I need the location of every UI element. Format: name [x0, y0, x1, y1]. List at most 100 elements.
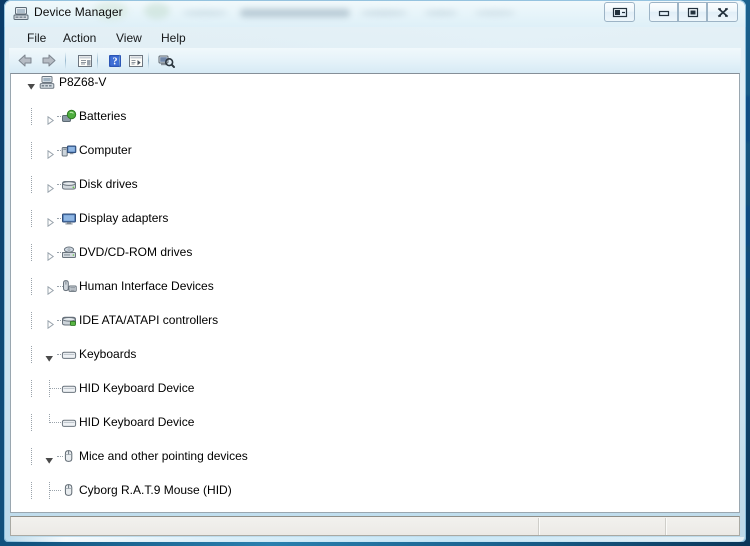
menu-item-help[interactable]: Help	[157, 30, 190, 46]
tree-node-label: Batteries	[79, 109, 127, 123]
maximize-icon	[687, 7, 698, 18]
glass-blur-artifact	[182, 10, 228, 16]
tree-node-keyboards[interactable]: Keyboards	[11, 346, 739, 363]
glass-blur-artifact	[144, 3, 170, 19]
computer-root-icon	[39, 75, 55, 90]
expander-collapsed-icon[interactable]	[46, 317, 55, 330]
tree-node-label: IDE ATA/ATAPI controllers	[79, 313, 219, 327]
tree-node-batteries[interactable]: Batteries	[11, 108, 739, 126]
tree-connector	[31, 108, 33, 125]
tree-node-label: Human Interface Devices	[79, 279, 214, 293]
arrow-right-icon	[42, 54, 56, 67]
keyboard-icon	[61, 415, 77, 430]
tree-connector	[31, 380, 33, 397]
close-icon	[717, 7, 728, 18]
update-driver-button[interactable]	[126, 51, 146, 70]
tree-connector	[49, 422, 61, 424]
glass-blur-artifact	[474, 10, 516, 16]
tree-node-computer[interactable]: Computer	[11, 142, 739, 160]
expander-collapsed-icon[interactable]	[46, 249, 55, 262]
scan-hardware-changes-button[interactable]	[156, 51, 176, 70]
device-manager-icon	[13, 6, 29, 21]
mouse-icon	[61, 483, 77, 498]
minimize-icon	[658, 10, 669, 17]
tree-node-mice-and-other-pointing-devices[interactable]: Mice and other pointing devices	[11, 448, 739, 465]
panel-toggle-icon	[612, 7, 627, 18]
tree-node-root[interactable]: P8Z68-V	[11, 74, 739, 91]
maximize-button[interactable]	[678, 2, 707, 22]
menu-item-file[interactable]: File	[23, 30, 50, 46]
tree-node-hid-keyboard-device[interactable]: HID Keyboard Device	[11, 380, 739, 397]
tree-connector	[31, 312, 33, 329]
tree-node-label: Disk drives	[79, 177, 138, 191]
tree-node-label: Keyboards	[79, 347, 137, 361]
tree-connector	[31, 346, 33, 363]
tree-connector	[31, 244, 33, 261]
tree-connector	[31, 142, 33, 159]
tree-node-label: P8Z68-V	[59, 75, 107, 89]
glass-blur-artifact	[240, 9, 350, 17]
battery-icon	[61, 109, 77, 124]
help-button[interactable]: ?	[105, 51, 125, 70]
ide-controller-icon	[61, 313, 77, 328]
tree-node-human-interface-devices[interactable]: Human Interface Devices	[11, 278, 739, 296]
computer-icon	[61, 143, 77, 158]
expander-collapsed-icon[interactable]	[46, 181, 55, 194]
keyboard-icon	[61, 347, 77, 362]
svg-text:?: ?	[113, 56, 118, 67]
menu-item-view[interactable]: View	[112, 30, 146, 46]
menu-item-action[interactable]: Action	[59, 30, 100, 46]
tree-connector	[49, 388, 61, 390]
tree-connector	[31, 448, 33, 465]
tree-node-dvd-cdrom-drives[interactable]: DVD/CD-ROM drives	[11, 244, 739, 262]
properties-icon	[78, 55, 92, 67]
forward-button[interactable]	[39, 51, 59, 70]
tree-node-label: Cyborg R.A.T.9 Mouse (HID)	[79, 483, 232, 497]
tree-connector	[31, 482, 33, 499]
title-bar[interactable]: Device Manager	[4, 0, 746, 27]
tree-node-ide-ata-atapi-controllers[interactable]: IDE ATA/ATAPI controllers	[11, 312, 739, 330]
window-title: Device Manager	[34, 5, 123, 19]
tree-connector	[31, 176, 33, 193]
disk-drive-icon	[61, 177, 77, 192]
device-tree: P8Z68-V Batteries Computer Disk drives D…	[11, 74, 739, 499]
glass-blur-artifact	[360, 10, 408, 16]
aux-toggle-button[interactable]	[604, 2, 635, 22]
mouse-icon	[61, 449, 77, 464]
tree-connector	[31, 414, 33, 431]
dvd-drive-icon	[61, 245, 77, 260]
expander-collapsed-icon[interactable]	[46, 283, 55, 296]
tree-connector	[31, 210, 33, 227]
tree-node-label: DVD/CD-ROM drives	[79, 245, 193, 259]
tree-node-label: Mice and other pointing devices	[79, 449, 248, 463]
tree-node-cyborg-rat9-mouse[interactable]: Cyborg R.A.T.9 Mouse (HID)	[11, 482, 739, 499]
tree-node-label: Computer	[79, 143, 132, 157]
window-bottom-glow	[6, 537, 744, 542]
toolbar-separator	[148, 52, 149, 69]
tree-connector	[49, 490, 61, 492]
status-divider	[665, 518, 666, 535]
tree-node-label: HID Keyboard Device	[79, 381, 195, 395]
expander-expanded-icon[interactable]	[27, 79, 36, 90]
expander-expanded-icon[interactable]	[45, 351, 54, 362]
update-driver-icon	[129, 55, 143, 67]
hid-icon	[61, 279, 77, 294]
properties-button[interactable]	[75, 51, 95, 70]
expander-expanded-icon[interactable]	[45, 453, 54, 464]
tree-node-disk-drives[interactable]: Disk drives	[11, 176, 739, 194]
toolbar: ?	[9, 48, 741, 73]
tree-node-label: HID Keyboard Device	[79, 415, 195, 429]
toolbar-separator	[119, 52, 120, 69]
tree-node-hid-keyboard-device[interactable]: HID Keyboard Device	[11, 414, 739, 431]
minimize-button[interactable]	[649, 2, 678, 22]
expander-collapsed-icon[interactable]	[46, 147, 55, 160]
tree-node-display-adapters[interactable]: Display adapters	[11, 210, 739, 228]
back-button[interactable]	[15, 51, 35, 70]
close-button[interactable]	[707, 2, 738, 22]
expander-collapsed-icon[interactable]	[46, 113, 55, 126]
device-tree-panel[interactable]: P8Z68-V Batteries Computer Disk drives D…	[10, 73, 740, 513]
expander-collapsed-icon[interactable]	[46, 215, 55, 228]
display-adapter-icon	[61, 211, 77, 226]
keyboard-icon	[61, 381, 77, 396]
toolbar-separator	[97, 52, 98, 69]
